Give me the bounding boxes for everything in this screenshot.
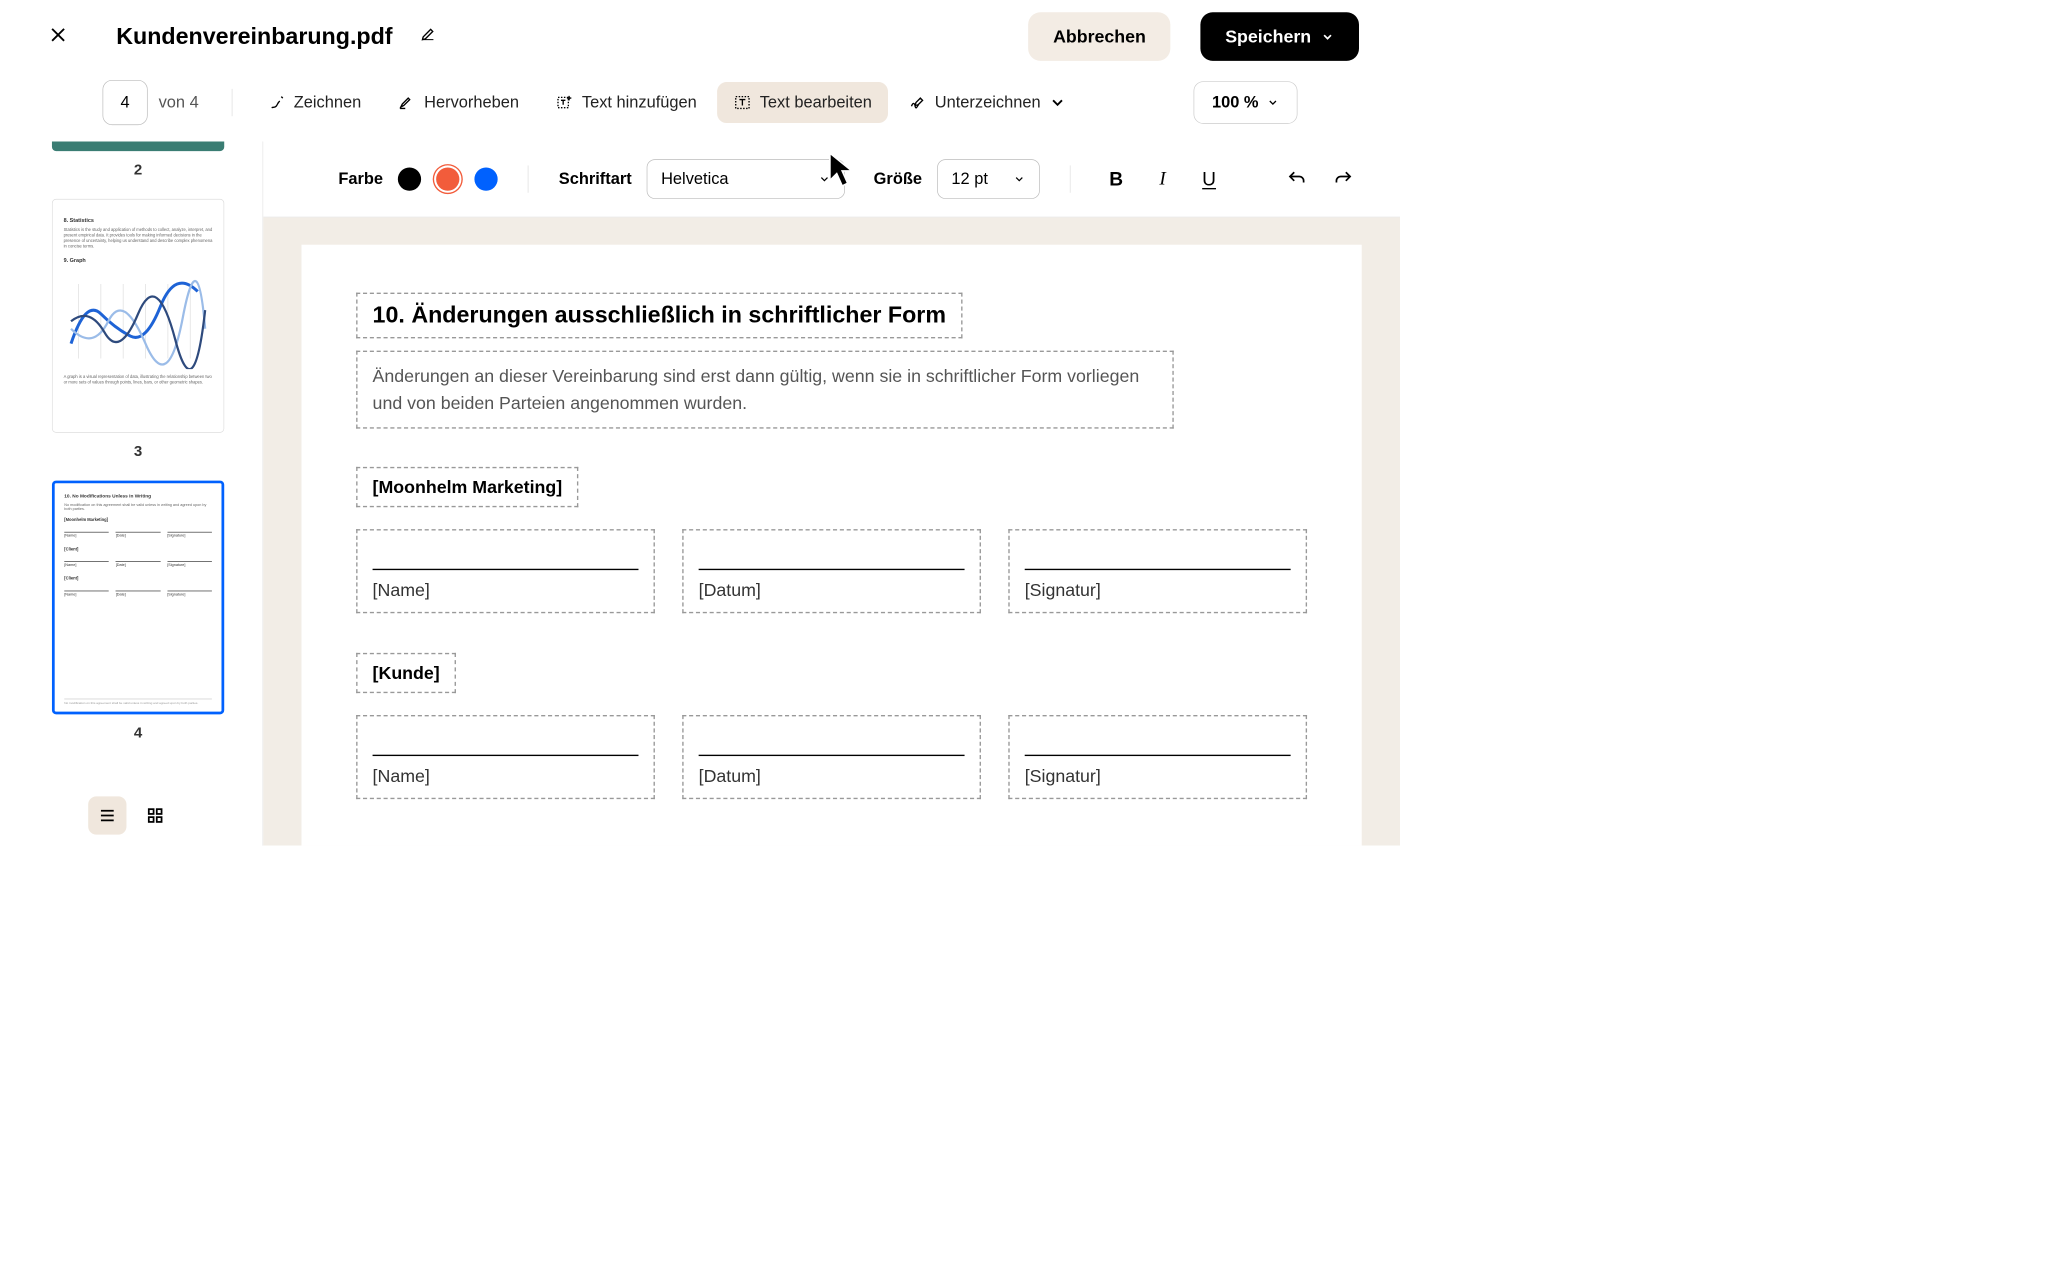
page-count-label: von 4	[159, 93, 199, 112]
tool-draw[interactable]: Zeichnen	[251, 82, 377, 123]
text-block-body[interactable]: Änderungen an dieser Vereinbarung sind e…	[356, 351, 1174, 429]
save-button-label: Speichern	[1225, 26, 1311, 47]
zoom-dropdown[interactable]: 100 %	[1194, 81, 1298, 123]
format-toolbar: Farbe Schriftart Helvetica Größe 12 pt B…	[263, 142, 1400, 218]
sig-signature-2[interactable]: [Signatur]	[1008, 715, 1307, 799]
chevron-down-icon	[1267, 96, 1279, 108]
font-select[interactable]: Helvetica	[647, 159, 845, 199]
color-label: Farbe	[338, 170, 383, 189]
view-list-button[interactable]	[88, 796, 126, 834]
color-blue[interactable]	[475, 167, 498, 190]
grid-icon	[146, 806, 165, 825]
chevron-down-icon	[818, 173, 830, 185]
text-block-title[interactable]: 10. Änderungen ausschließlich in schrift…	[356, 293, 962, 339]
tool-add-text[interactable]: Text hinzufügen	[539, 82, 713, 123]
text-block-party1[interactable]: [Moonhelm Marketing]	[356, 467, 578, 507]
filename: Kundenvereinbarung.pdf	[116, 23, 392, 50]
bold-button[interactable]: B	[1100, 163, 1131, 194]
color-orange[interactable]	[436, 167, 459, 190]
tool-sign[interactable]: Unterzeichnen	[892, 82, 1083, 123]
pencil-icon	[268, 94, 286, 112]
sign-icon	[909, 94, 927, 112]
sig-signature-1[interactable]: [Signatur]	[1008, 529, 1307, 613]
document-page: 10. Änderungen ausschließlich in schrift…	[301, 245, 1361, 846]
sig-name-2[interactable]: [Name]	[356, 715, 655, 799]
add-text-icon	[556, 94, 574, 112]
italic-button[interactable]: I	[1147, 163, 1178, 194]
text-block-party2[interactable]: [Kunde]	[356, 653, 456, 693]
sig-date-1[interactable]: [Datum]	[682, 529, 981, 613]
chevron-down-icon	[1013, 173, 1025, 185]
redo-icon	[1333, 169, 1354, 190]
close-icon[interactable]	[41, 17, 75, 55]
thumbnail-page-3[interactable]: 8. Statistics Statistics is the study an…	[52, 199, 224, 433]
save-button[interactable]: Speichern	[1201, 12, 1359, 61]
sig-name-1[interactable]: [Name]	[356, 529, 655, 613]
size-select[interactable]: 12 pt	[937, 159, 1040, 199]
tool-highlight[interactable]: Hervorheben	[382, 82, 536, 123]
chevron-down-icon	[1049, 94, 1067, 112]
undo-button[interactable]	[1281, 163, 1312, 194]
edit-text-icon	[734, 94, 752, 112]
thumb-4-number: 4	[41, 724, 235, 742]
redo-button[interactable]	[1328, 163, 1359, 194]
rename-icon[interactable]	[420, 26, 436, 47]
underline-button[interactable]: U	[1193, 163, 1224, 194]
list-icon	[98, 806, 117, 825]
font-label: Schriftart	[559, 170, 632, 189]
color-black[interactable]	[398, 167, 421, 190]
thumb-3-number: 3	[41, 442, 235, 460]
page-number-input[interactable]	[103, 80, 148, 125]
tool-edit-text[interactable]: Text bearbeiten	[717, 82, 888, 123]
sig-date-2[interactable]: [Datum]	[682, 715, 981, 799]
view-grid-button[interactable]	[136, 796, 174, 834]
thumbnail-page-4[interactable]: 10. No Modifications Unless in Writing N…	[52, 481, 224, 715]
cancel-button[interactable]: Abbrechen	[1028, 12, 1170, 61]
thumbnail-page-2[interactable]	[52, 142, 224, 152]
thumb-2-number: 2	[41, 161, 235, 179]
chart-thumbnail-icon	[64, 273, 213, 369]
page-thumbnails-sidebar: 2 8. Statistics Statistics is the study …	[0, 142, 263, 846]
size-label: Größe	[874, 170, 922, 189]
chevron-down-icon	[1321, 30, 1335, 44]
highlighter-icon	[398, 94, 416, 112]
undo-icon	[1287, 169, 1308, 190]
